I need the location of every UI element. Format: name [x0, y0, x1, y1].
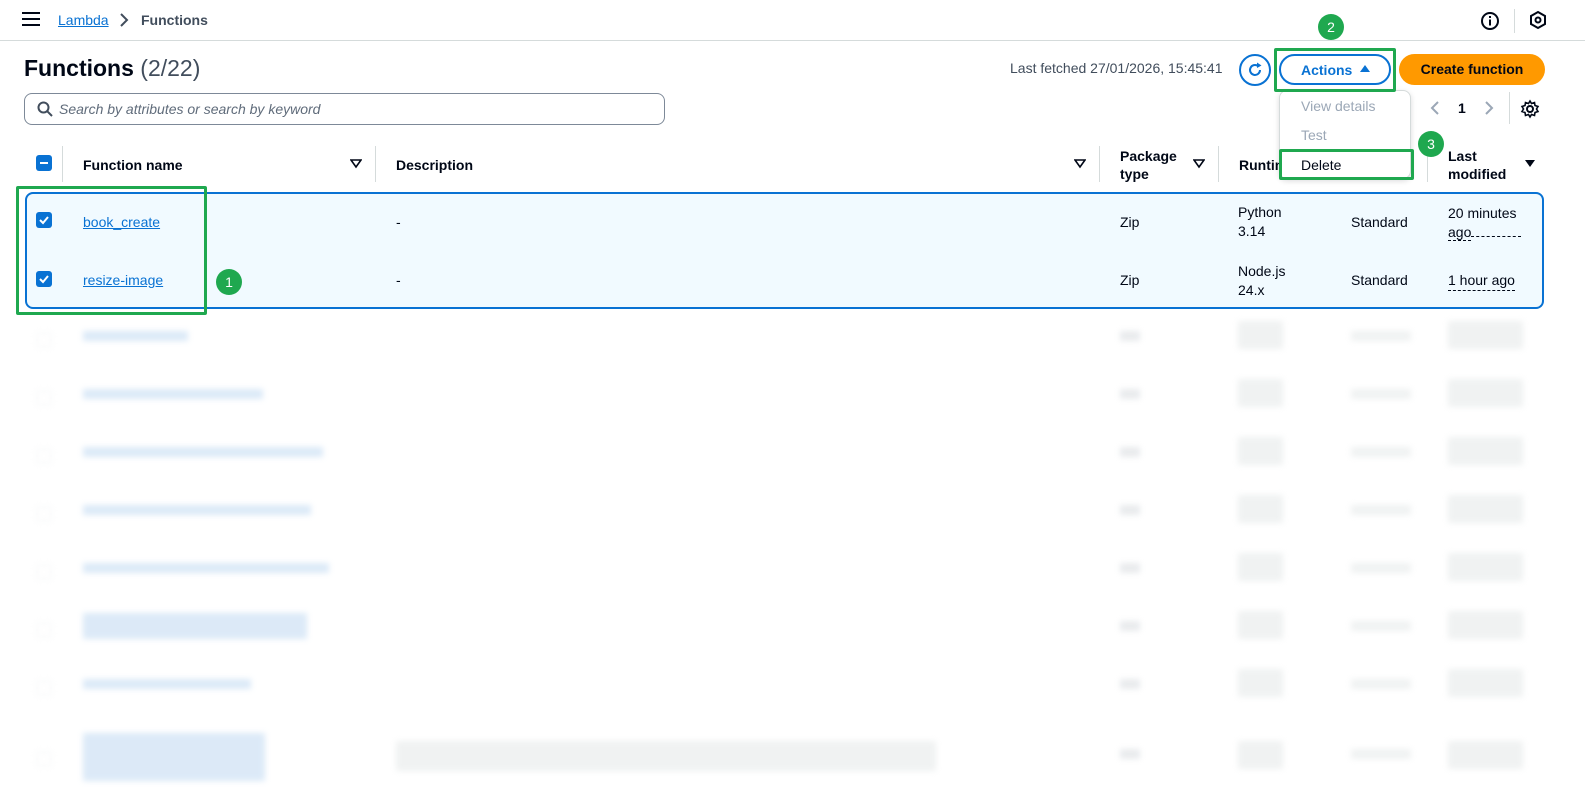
search-input[interactable]: [59, 99, 649, 119]
blurred-row: [0, 427, 1585, 485]
menu-item-test[interactable]: Test: [1301, 127, 1327, 143]
step-badge-1: 1: [216, 269, 242, 295]
indeterminate-icon: [40, 162, 48, 164]
column-header-last-modified[interactable]: Last modified: [1448, 147, 1506, 183]
architecture-cell: Standard: [1351, 272, 1408, 288]
table-row[interactable]: [25, 250, 1544, 309]
menu-item-delete[interactable]: Delete: [1301, 157, 1341, 173]
column-header-function-name[interactable]: Function name: [83, 156, 183, 174]
checkmark-icon: [39, 275, 49, 284]
step-badge-3: 3: [1418, 131, 1444, 157]
column-divider: [1218, 146, 1219, 182]
blurred-row: [0, 659, 1585, 717]
package-type-cell: Zip: [1120, 214, 1140, 230]
breadcrumb-lambda[interactable]: Lambda: [58, 12, 109, 28]
chevron-right-icon: [120, 13, 129, 27]
column-divider: [62, 146, 63, 182]
refresh-icon: [1249, 62, 1262, 76]
table-row[interactable]: [25, 192, 1544, 251]
top-divider: [1514, 9, 1515, 33]
architecture-cell: Standard: [1351, 214, 1408, 230]
last-fetched-text: Last fetched 27/01/2026, 15:45:41: [1010, 60, 1223, 76]
settings-hexagon-icon[interactable]: [1528, 10, 1548, 30]
row-checkbox[interactable]: [36, 271, 52, 287]
page-title: Functions (2/22): [24, 55, 201, 81]
blurred-row: [0, 727, 1585, 791]
package-type-cell: Zip: [1120, 272, 1140, 288]
refresh-button[interactable]: [1239, 54, 1271, 86]
blurred-row: [0, 543, 1585, 601]
select-all-checkbox[interactable]: [36, 155, 52, 171]
last-modified-cell[interactable]: 1 hour ago: [1448, 271, 1515, 291]
sort-icon[interactable]: [1193, 159, 1205, 169]
blurred-row: [0, 601, 1585, 659]
sort-icon[interactable]: [350, 159, 362, 169]
column-header-package-type[interactable]: Package type: [1120, 147, 1177, 183]
last-modified-cell[interactable]: 20 minutes ago: [1448, 204, 1526, 242]
column-divider: [1099, 146, 1100, 182]
function-name-link[interactable]: book_create: [83, 213, 160, 232]
create-function-button[interactable]: Create function: [1399, 54, 1545, 85]
row-checkbox[interactable]: [36, 212, 52, 228]
selection-count: (2/22): [140, 55, 201, 81]
next-page-icon[interactable]: [1482, 100, 1496, 116]
step-badge-2: 2: [1318, 14, 1344, 40]
runtime-cell: Python 3.14: [1238, 204, 1282, 239]
table-settings-icon[interactable]: [1520, 99, 1540, 119]
blurred-row: [0, 311, 1585, 369]
blurred-row: [0, 369, 1585, 427]
description-cell: -: [396, 272, 401, 288]
menu-item-view-details[interactable]: View details: [1301, 98, 1375, 114]
breadcrumb-current: Functions: [141, 12, 208, 28]
pager-divider: [1509, 92, 1510, 124]
checkmark-icon: [39, 216, 49, 225]
sort-descending-icon[interactable]: [1524, 159, 1536, 169]
function-name-link[interactable]: resize-image: [83, 271, 163, 290]
previous-page-icon[interactable]: [1428, 100, 1442, 116]
search-box: [24, 93, 665, 125]
column-header-description[interactable]: Description: [396, 156, 473, 174]
page-number[interactable]: 1: [1458, 100, 1466, 116]
actions-button[interactable]: Actions: [1279, 54, 1391, 85]
blurred-row: [0, 485, 1585, 543]
column-divider: [375, 146, 376, 182]
sort-icon[interactable]: [1074, 159, 1086, 169]
actions-dropdown-menu: View details Test Delete: [1279, 90, 1411, 179]
runtime-cell: Node.js 24.x: [1238, 263, 1286, 298]
description-cell: -: [396, 214, 401, 230]
top-navigation: Lambda Functions: [0, 0, 1585, 41]
search-icon: [37, 101, 53, 117]
caret-up-icon: [1360, 65, 1370, 72]
menu-icon[interactable]: [22, 12, 40, 28]
info-icon[interactable]: [1480, 11, 1500, 31]
